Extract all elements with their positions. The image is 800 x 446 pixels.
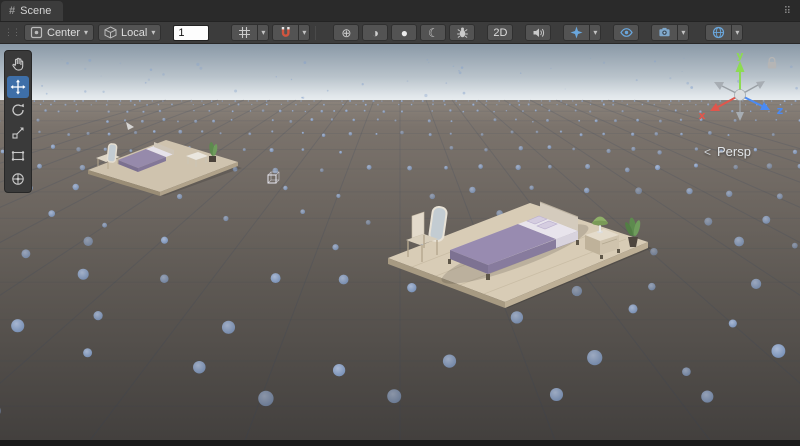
rotate-icon xyxy=(10,102,26,118)
scale-tool[interactable] xyxy=(7,122,29,144)
projection-label: Persp xyxy=(717,144,751,159)
projection-toggle[interactable]: < Persp xyxy=(704,144,751,159)
speaker-icon xyxy=(532,26,545,39)
pivot-icon xyxy=(30,26,43,39)
chevron-down-icon: ▾ xyxy=(151,29,155,37)
chevron-down-icon: ▾ xyxy=(84,29,88,37)
magnet-icon xyxy=(279,26,292,39)
rect-icon xyxy=(10,148,26,164)
transform-tool[interactable] xyxy=(7,168,29,190)
tab-bar: # Scene ⠿ xyxy=(0,0,800,22)
eye-icon xyxy=(620,26,633,39)
2d-mode-toggle[interactable]: 2D xyxy=(487,24,513,41)
projection-arrow-icon: < xyxy=(704,145,711,159)
handle-orientation-dropdown[interactable]: Local ▾ xyxy=(98,24,161,41)
pivot-mode-dropdown[interactable]: Center ▾ xyxy=(24,24,94,41)
chevron-down-icon: ▾ xyxy=(735,29,739,37)
grid-size-input[interactable] xyxy=(173,25,209,41)
scene-visibility-toggle[interactable] xyxy=(613,24,639,41)
toolbar-separator xyxy=(315,26,316,40)
gizmo-lock-icon[interactable] xyxy=(766,56,778,70)
bottom-strip xyxy=(0,440,800,446)
camera-icon xyxy=(658,26,671,39)
gizmo-center-ball[interactable] xyxy=(735,90,746,101)
tab-scene[interactable]: # Scene xyxy=(1,1,63,21)
hand-tool[interactable] xyxy=(7,53,29,75)
unit-snap-button[interactable] xyxy=(272,24,298,41)
effects-toggle[interactable] xyxy=(563,24,589,41)
scene-3d-canvas[interactable] xyxy=(0,44,800,440)
cube-icon xyxy=(104,26,117,39)
toolbar-drag-handle[interactable]: ⋮⋮ xyxy=(4,27,20,38)
grid-snap-button[interactable] xyxy=(231,24,257,41)
axis-y-label[interactable]: y xyxy=(736,51,743,62)
rotate-tool[interactable] xyxy=(7,99,29,121)
grid-snap-dropdown[interactable]: ▾ xyxy=(257,24,269,41)
handle-orientation-label: Local xyxy=(121,27,147,39)
move-tool[interactable] xyxy=(7,76,29,98)
unit-snap-dropdown[interactable]: ▾ xyxy=(298,24,310,41)
scene-toolbar: ⋮⋮ Center ▾ Local ▾ xyxy=(0,22,800,44)
unity-scene-view-window: # Scene ⠿ ⋮⋮ Center ▾ Local ▾ xyxy=(0,0,800,446)
moon-icon: ☾ xyxy=(428,27,439,39)
chevron-down-icon: ▾ xyxy=(681,29,685,37)
axis-x-label[interactable]: x xyxy=(698,109,705,122)
chevron-down-icon: ▾ xyxy=(593,29,597,37)
sky xyxy=(0,44,800,104)
pivot-mode-label: Center xyxy=(47,27,80,39)
gizmos-dropdown[interactable]: ▾ xyxy=(731,24,743,41)
globe-icon: ⊕ xyxy=(341,27,351,39)
draw-mode-globe-toggle[interactable]: ⊕ xyxy=(333,24,359,41)
shaded-sphere-icon: ◑ xyxy=(372,27,379,39)
axis-z-label[interactable]: z xyxy=(777,104,783,117)
draw-mode-circle-toggle[interactable]: ● xyxy=(391,24,417,41)
debug-toggle[interactable] xyxy=(449,24,475,41)
filled-circle-icon: ● xyxy=(401,27,408,39)
tab-scene-label: Scene xyxy=(20,5,51,17)
transform-icon xyxy=(10,171,26,187)
window-menu-icon[interactable]: ⠿ xyxy=(784,6,792,17)
move-icon xyxy=(10,79,26,95)
grid-snap-icon xyxy=(238,26,251,39)
gizmos-globe-icon xyxy=(712,26,725,39)
scene-viewport[interactable]: y x z < Persp xyxy=(0,44,800,440)
draw-mode-shaded-toggle[interactable]: ◑ xyxy=(362,24,388,41)
axis-y-cone[interactable] xyxy=(736,61,745,72)
lighting-toggle[interactable]: ☾ xyxy=(420,24,446,41)
scale-icon xyxy=(10,125,26,141)
axis-neg-y-cone[interactable] xyxy=(736,112,744,121)
hand-icon xyxy=(10,56,26,72)
scene-camera-dropdown[interactable]: ▾ xyxy=(677,24,689,41)
rect-tool[interactable] xyxy=(7,145,29,167)
audio-toggle[interactable] xyxy=(525,24,551,41)
tools-panel xyxy=(4,50,32,193)
scene-grid-icon: # xyxy=(9,5,15,17)
chevron-down-icon: ▾ xyxy=(261,29,265,37)
effects-dropdown[interactable]: ▾ xyxy=(589,24,601,41)
2d-mode-label: 2D xyxy=(493,27,507,39)
gizmos-toggle[interactable] xyxy=(705,24,731,41)
chevron-down-icon: ▾ xyxy=(302,29,306,37)
scene-camera-button[interactable] xyxy=(651,24,677,41)
effects-star-icon xyxy=(570,26,583,39)
bug-icon xyxy=(456,26,469,39)
